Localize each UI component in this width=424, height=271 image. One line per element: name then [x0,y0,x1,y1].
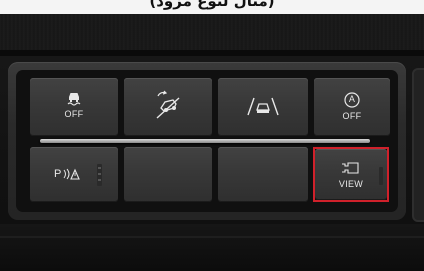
auto-stop-off-button[interactable]: A OFF [314,78,390,136]
parking-sensor-icon [63,168,80,180]
parking-sensor-button[interactable]: P [30,147,118,202]
hill-descent-button[interactable] [124,78,212,136]
auto-stop-badge: A [348,94,356,104]
auto-stop-off-label: OFF [342,111,362,121]
hill-descent-icon [156,90,180,119]
lane-keep-assist-button[interactable] [218,78,308,136]
traction-control-off-button[interactable]: OFF [30,78,118,136]
lower-dash-seam [0,236,424,238]
adjacent-control-unit [412,68,424,222]
blank-switch-1[interactable] [124,147,212,202]
indicator-light-icon [97,164,102,186]
lane-keep-icon [247,97,279,116]
blank-switch-2[interactable] [218,147,308,202]
caption-bar: (مثال لنوع مزود) [0,0,424,15]
camera-view-highlight-frame [313,147,389,202]
lower-dash-panel [0,224,424,271]
traction-off-label: OFF [64,109,84,119]
chrome-divider [40,139,370,143]
caption-text: (مثال لنوع مزود) [149,0,275,10]
parking-sensor-label: P [54,168,62,180]
skid-car-icon [67,93,81,106]
dashboard-trim [0,14,424,54]
trim-edge [0,50,424,56]
console-photo: (مثال لنوع مزود) OFF A OFF P VIEW [0,0,424,271]
